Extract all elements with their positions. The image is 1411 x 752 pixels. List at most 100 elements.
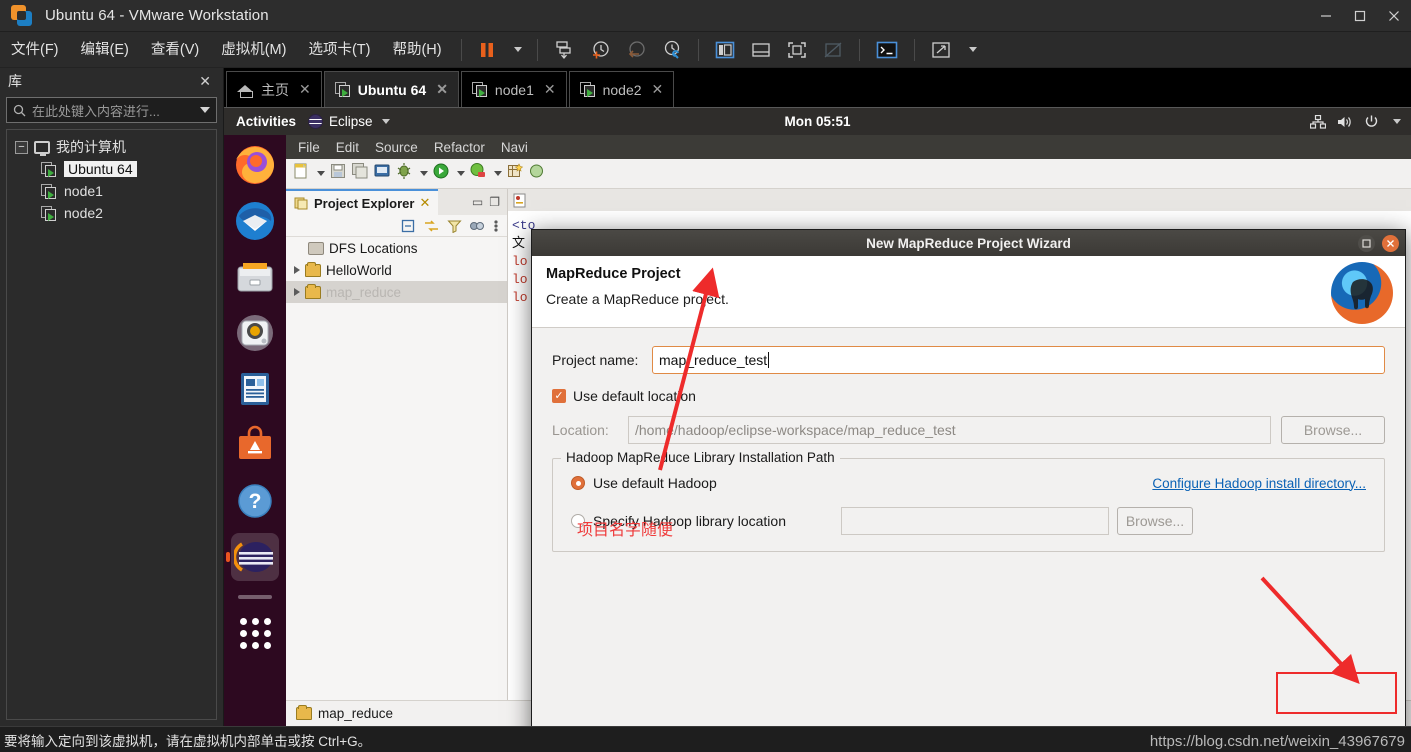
dock-item-help[interactable]: ?: [231, 477, 279, 525]
debug-icon[interactable]: [395, 162, 413, 185]
specify-hadoop-row[interactable]: Specify Hadoop library location Browse..…: [571, 507, 1366, 535]
library-close-icon[interactable]: ✕: [195, 73, 215, 90]
working-sets-icon[interactable]: [469, 219, 486, 233]
menu-file[interactable]: 文件(F): [0, 32, 70, 68]
tab-node1[interactable]: node1 ✕: [460, 71, 567, 107]
new-mapreduce-project-wizard[interactable]: New MapReduce Project Wizard MapReduce P…: [531, 229, 1406, 726]
pause-icon[interactable]: [470, 32, 504, 68]
new-class-icon[interactable]: [528, 162, 546, 185]
tab-close-icon[interactable]: ✕: [419, 195, 430, 211]
stretch-icon[interactable]: [923, 32, 959, 68]
menu-vm[interactable]: 虚拟机(M): [210, 32, 297, 68]
hadoop-library-group: Hadoop MapReduce Library Installation Pa…: [552, 450, 1385, 552]
run-icon[interactable]: [432, 162, 450, 185]
new-package-icon[interactable]: [506, 162, 524, 185]
menu-view[interactable]: 查看(V): [140, 32, 210, 68]
new-icon[interactable]: [292, 162, 310, 185]
dock-item-firefox[interactable]: [231, 141, 279, 189]
library-search-box[interactable]: 在此处键入内容进行...: [6, 97, 217, 123]
console-icon[interactable]: [868, 32, 906, 68]
run-dropdown-caret-icon[interactable]: [457, 171, 465, 176]
collapse-icon[interactable]: −: [15, 140, 28, 154]
eclipse-menu-edit[interactable]: Edit: [336, 140, 359, 155]
library-search-dropdown-icon[interactable]: [200, 107, 210, 113]
new-dropdown-caret-icon[interactable]: [317, 171, 325, 176]
maximize-button[interactable]: [1343, 0, 1377, 32]
menu-edit[interactable]: 编辑(E): [70, 32, 140, 68]
chevron-down-icon[interactable]: [1393, 119, 1401, 124]
link-editor-icon[interactable]: [423, 219, 440, 233]
tab-label: node2: [602, 81, 642, 98]
view-menu-icon[interactable]: [493, 219, 499, 233]
eclipse-menu-source[interactable]: Source: [375, 140, 418, 155]
snapshot-new-icon[interactable]: [582, 32, 618, 68]
snapshot-take-icon[interactable]: [546, 32, 582, 68]
project-name-input[interactable]: map_reduce_test: [652, 346, 1385, 374]
maximize-view-icon[interactable]: ❐: [489, 195, 500, 209]
dialog-minimize-button[interactable]: [1358, 234, 1375, 252]
tab-close-icon[interactable]: ✕: [652, 81, 664, 98]
dialog-close-button[interactable]: [1382, 234, 1399, 252]
xml-file-icon[interactable]: [512, 193, 528, 208]
dock-item-thunderbird[interactable]: [231, 197, 279, 245]
status-label: map_reduce: [318, 706, 394, 721]
tree-root-my-computer[interactable]: − 我的计算机: [7, 136, 216, 158]
specify-hadoop-input[interactable]: [841, 507, 1109, 535]
menu-tabs[interactable]: 选项卡(T): [297, 32, 381, 68]
coverage-icon[interactable]: [469, 162, 487, 185]
collapse-all-icon[interactable]: [401, 219, 416, 233]
snapshot-manager-icon[interactable]: [654, 32, 690, 68]
show-library-icon[interactable]: [707, 32, 743, 68]
pause-dropdown-caret-icon[interactable]: [504, 32, 529, 68]
dock-item-rhythmbox[interactable]: [231, 309, 279, 357]
eclipse-menu-navigate[interactable]: Navi: [501, 140, 528, 155]
use-default-location-checkbox[interactable]: ✓: [552, 389, 566, 403]
minimize-button[interactable]: [1309, 0, 1343, 32]
show-thumbnails-icon[interactable]: [743, 32, 779, 68]
filter-icon[interactable]: [447, 219, 462, 233]
expand-arrow-icon[interactable]: [294, 288, 300, 296]
dock-item-files[interactable]: [231, 253, 279, 301]
dock-item-ubuntu-software[interactable]: [231, 421, 279, 469]
show-applications-icon[interactable]: [231, 609, 279, 657]
project-explorer-tree[interactable]: DFS Locations HelloWorld map_reduce: [286, 237, 507, 303]
coverage-dropdown-caret-icon[interactable]: [494, 171, 502, 176]
clock[interactable]: Mon 05:51: [224, 114, 1411, 129]
save-all-icon[interactable]: [351, 162, 369, 185]
library-tree[interactable]: − 我的计算机 Ubuntu 64 node1 node2: [6, 129, 217, 720]
home-icon: [237, 82, 254, 98]
stretch-dropdown-caret-icon[interactable]: [959, 32, 984, 68]
tree-item-node1[interactable]: node1: [7, 180, 216, 202]
unity-mode-icon[interactable]: [815, 32, 851, 68]
tab-ubuntu-64[interactable]: Ubuntu 64 ✕: [323, 71, 459, 107]
menu-help[interactable]: 帮助(H): [381, 32, 452, 68]
tree-item-node2[interactable]: node2: [7, 202, 216, 224]
eclipse-menu-file[interactable]: File: [298, 140, 320, 155]
tab-node2[interactable]: node2 ✕: [568, 71, 675, 107]
dock-item-libreoffice-writer[interactable]: [231, 365, 279, 413]
expand-arrow-icon[interactable]: [294, 266, 300, 274]
vm-guest-screen[interactable]: Activities Eclipse Mon 05:51 ? File Edit…: [224, 108, 1411, 726]
tab-close-icon[interactable]: ✕: [299, 81, 311, 98]
save-icon[interactable]: [329, 162, 347, 185]
tab-close-icon[interactable]: ✕: [436, 81, 448, 98]
tree-item-helloworld[interactable]: HelloWorld: [286, 259, 507, 281]
use-default-hadoop-radio[interactable]: [571, 476, 585, 490]
use-default-location-row[interactable]: ✓ Use default location: [552, 388, 1385, 404]
close-button[interactable]: [1377, 0, 1411, 32]
minimize-view-icon[interactable]: ▭: [472, 195, 483, 209]
use-default-hadoop-row[interactable]: Use default Hadoop Configure Hadoop inst…: [571, 475, 1366, 491]
console-icon[interactable]: [373, 162, 391, 185]
snapshot-revert-icon[interactable]: [618, 32, 654, 68]
tab-close-icon[interactable]: ✕: [544, 81, 556, 98]
tab-home[interactable]: 主页 ✕: [226, 71, 322, 107]
debug-dropdown-caret-icon[interactable]: [420, 171, 428, 176]
fullscreen-icon[interactable]: [779, 32, 815, 68]
tab-project-explorer[interactable]: Project Explorer ✕: [286, 189, 439, 215]
dock-item-eclipse[interactable]: [231, 533, 279, 581]
configure-hadoop-link[interactable]: Configure Hadoop install directory...: [1152, 476, 1366, 491]
eclipse-menu-refactor[interactable]: Refactor: [434, 140, 485, 155]
tree-item-dfs-locations[interactable]: DFS Locations: [286, 237, 507, 259]
tree-item-ubuntu-64[interactable]: Ubuntu 64: [7, 158, 216, 180]
tree-item-map-reduce[interactable]: map_reduce: [286, 281, 507, 303]
